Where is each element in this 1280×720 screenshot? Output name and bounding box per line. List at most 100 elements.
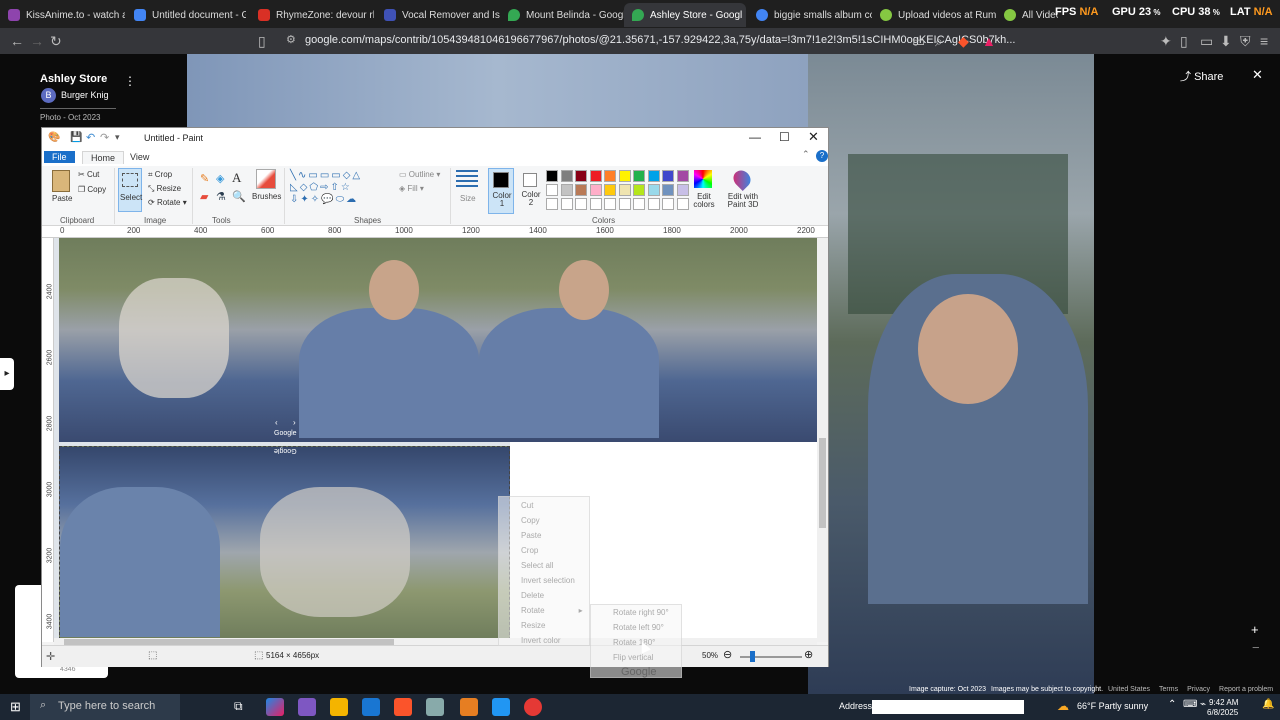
paint-canvas[interactable]: ‹ › Google Google	[54, 238, 817, 642]
zoom-in-icon[interactable]: +	[1251, 622, 1259, 637]
tab-mount-belinda[interactable]: Mount Belinda - Google	[500, 3, 624, 27]
download-icon[interactable]: ⬇	[1220, 33, 1232, 50]
undo-icon[interactable]: ↶	[86, 131, 95, 144]
tab-view[interactable]: View	[122, 151, 157, 163]
crop-button[interactable]: ⌗ Crop	[148, 170, 172, 180]
palette-custom-swatch[interactable]	[604, 198, 616, 210]
rotate-left-item[interactable]: Rotate left 90°	[613, 623, 664, 632]
palette-swatch[interactable]	[676, 184, 689, 196]
palette-swatch[interactable]	[546, 184, 558, 196]
flip-vertical-item[interactable]: Flip vertical	[613, 653, 653, 662]
color2-button[interactable]: Color 2	[518, 168, 544, 214]
ctx-crop[interactable]: Crop	[521, 546, 538, 555]
palette-swatch[interactable]	[589, 184, 602, 196]
minimize-icon[interactable]: —	[749, 130, 761, 144]
tab-ashley-store[interactable]: Ashley Store - Googl✕	[624, 3, 746, 27]
select-button[interactable]: Select	[118, 168, 142, 212]
palette-swatch[interactable]	[676, 170, 689, 182]
taskbar-search[interactable]: ⌕ Type here to search	[30, 694, 180, 720]
weather-text[interactable]: 66°F Partly sunny	[1077, 701, 1148, 711]
fill-dropdown[interactable]: ◈ Fill ▾	[399, 184, 424, 193]
size-icon[interactable]	[456, 170, 478, 190]
paint3d-icon[interactable]	[729, 166, 755, 192]
copy-button[interactable]: ❐ Copy	[78, 185, 106, 194]
task-view-icon[interactable]: ⧉	[234, 699, 243, 714]
brave-shield-icon[interactable]: ◆	[958, 33, 969, 50]
tab-vocal-remover[interactable]: Vocal Remover and Isolat	[376, 3, 500, 27]
palette-custom-swatch[interactable]	[560, 198, 573, 210]
tab-home[interactable]: Home	[82, 151, 125, 164]
media-player-icon[interactable]	[524, 698, 542, 716]
tab-rumble[interactable]: Upload videos at Rumble	[872, 3, 996, 27]
palette-custom-swatch[interactable]	[633, 198, 645, 210]
expand-panel-icon[interactable]: ▸	[0, 358, 14, 390]
rewards-icon[interactable]: ▲	[982, 33, 996, 49]
ctx-copy[interactable]: Copy	[521, 516, 540, 525]
palette-swatch[interactable]	[546, 170, 558, 182]
palette-swatch[interactable]	[604, 170, 616, 182]
text-tool-icon[interactable]: A	[232, 170, 241, 186]
ctx-invert-selection[interactable]: Invert selection	[521, 576, 575, 585]
clock-time[interactable]: 9:42 AM	[1209, 698, 1238, 707]
ctx-paste[interactable]: Paste	[521, 531, 541, 540]
color-picker-icon[interactable]: ⚗	[216, 190, 226, 203]
palette-swatch[interactable]	[618, 184, 631, 196]
palette-swatch[interactable]	[618, 170, 631, 182]
tab-all-videos[interactable]: All Videos	[996, 3, 1058, 27]
maximize-icon[interactable]: ☐	[779, 130, 790, 144]
ctx-cut[interactable]: Cut	[521, 501, 533, 510]
save-icon[interactable]: 💾	[70, 132, 82, 143]
start-icon[interactable]: ⊞	[10, 699, 21, 715]
ctx-resize[interactable]: Resize	[521, 621, 545, 630]
reload-icon[interactable]: ↻	[50, 33, 62, 50]
close-window-icon[interactable]: ✕	[808, 129, 819, 145]
customize-qat-icon[interactable]: ▾	[115, 132, 120, 143]
color1-button[interactable]: Color 1	[488, 168, 514, 214]
clipboard-paste-icon[interactable]	[52, 170, 70, 192]
edit-paint3d-button[interactable]: Edit with Paint 3D	[726, 193, 760, 209]
file-explorer-icon[interactable]	[330, 698, 348, 716]
brave-icon[interactable]	[394, 698, 412, 716]
paint-taskbar-icon[interactable]	[426, 698, 444, 716]
outline-dropdown[interactable]: ▭ Outline ▾	[399, 170, 440, 179]
cut-button[interactable]: ✂ Cut	[78, 170, 99, 179]
palette-custom-swatch[interactable]	[662, 198, 674, 210]
eraser-icon[interactable]: ▰	[200, 190, 208, 203]
palette-custom-swatch[interactable]	[647, 198, 660, 210]
extensions-icon[interactable]: ✦	[1160, 33, 1172, 50]
palette-swatch[interactable]	[633, 184, 645, 196]
fill-bucket-icon[interactable]: ◈	[216, 172, 224, 185]
palette-swatch[interactable]	[662, 184, 674, 196]
app-window-icon[interactable]	[492, 698, 510, 716]
rotate-button[interactable]: ⟳ Rotate ▾	[148, 198, 187, 207]
sidebar-icon[interactable]: ▯	[1180, 33, 1188, 50]
vpn-icon[interactable]: ⛨	[1240, 33, 1251, 50]
footer-link[interactable]: Report a problem	[1219, 686, 1273, 693]
vscode-icon[interactable]	[362, 698, 380, 716]
back-icon[interactable]: ←	[10, 33, 24, 49]
redo-icon[interactable]: ↷	[100, 131, 109, 144]
more-options-icon[interactable]: ⋮	[124, 74, 136, 88]
vertical-scrollbar[interactable]	[817, 238, 828, 642]
keyboard-icon[interactable]: ⌨	[1183, 699, 1197, 710]
zoom-in-button[interactable]: ⊕	[804, 648, 813, 661]
collapse-ribbon-icon[interactable]: ⌃	[802, 149, 810, 160]
close-viewer-icon[interactable]: ✕	[1252, 67, 1263, 83]
copilot-icon[interactable]	[266, 698, 284, 716]
palette-custom-swatch[interactable]	[575, 198, 587, 210]
tab-kissanime[interactable]: KissAnime.to - watch anim	[0, 3, 125, 27]
tab-biggie[interactable]: biggie smalls album cove	[748, 3, 872, 27]
zoom-out-icon[interactable]: −	[1252, 640, 1260, 655]
vlc-icon[interactable]	[460, 698, 478, 716]
url-text[interactable]: google.com/maps/contrib/1054394810461966…	[305, 34, 1015, 46]
palette-custom-swatch[interactable]	[589, 198, 602, 210]
vertical-scroll-thumb[interactable]	[819, 438, 826, 528]
tab-rhymezone[interactable]: RhymeZone: devour rhym	[250, 3, 374, 27]
ctx-delete[interactable]: Delete	[521, 591, 544, 600]
palette-custom-swatch[interactable]	[618, 198, 631, 210]
palette-swatch[interactable]	[633, 170, 645, 182]
pencil-icon[interactable]: ✎	[200, 172, 209, 185]
tab-google-doc[interactable]: Untitled document - Goo	[126, 3, 246, 27]
ctx-invert-color[interactable]: Invert color	[521, 636, 561, 645]
rotate-right-item[interactable]: Rotate right 90°	[613, 608, 669, 617]
